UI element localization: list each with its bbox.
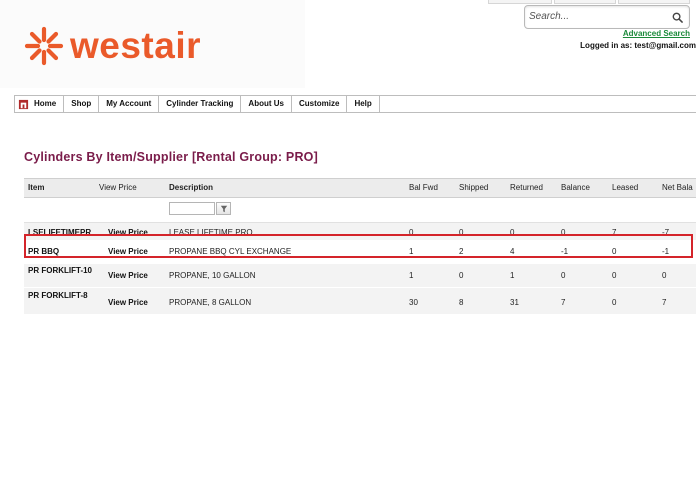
westair-asterisk-icon [24,26,64,66]
nav-item-customize[interactable]: Customize [290,96,348,112]
nav-label: Help [354,99,372,108]
cell-balance: 0 [561,228,566,237]
brand-logo[interactable]: westair [24,24,201,68]
cylinder-grid: Item View Price Description Bal Fwd Ship… [24,178,696,315]
brand-name: westair [70,25,202,66]
cell-balance: -1 [561,247,569,256]
grid-header: Item View Price Description Bal Fwd Ship… [24,178,696,198]
cell-returned: 31 [510,298,519,307]
cell-bal-fwd: 1 [409,247,414,256]
cell-item: PR BBQ [28,247,60,256]
nav-item-shop[interactable]: Shop [63,96,100,112]
nav-item-home[interactable]: Home [14,96,65,112]
cell-item: PR FORKLIFT-8 [28,291,88,300]
search-icon [672,12,683,23]
cell-bal-fwd: 1 [409,271,414,280]
table-row[interactable]: PR FORKLIFT-8 View Price PROPANE, 8 GALL… [24,288,696,315]
filter-row [24,198,696,223]
cell-description: LEASE LIFETIME PRO [169,228,253,237]
nav-item-my-account[interactable]: My Account [98,96,160,112]
view-price-link[interactable]: View Price [108,247,148,256]
cell-leased: 0 [612,247,617,256]
cell-description: PROPANE, 8 GALLON [169,298,252,307]
nav-label: About Us [248,99,284,108]
column-header-net-balance[interactable]: Net Bala [662,183,693,192]
cell-bal-fwd: 0 [409,228,414,237]
column-header-shipped[interactable]: Shipped [459,183,488,192]
cell-net-balance: 0 [662,271,667,280]
cell-shipped: 0 [459,228,464,237]
cell-leased: 0 [612,298,617,307]
home-icon [18,99,29,109]
filter-button[interactable] [216,202,231,215]
advanced-search-link[interactable]: Advanced Search [623,29,690,38]
cell-returned: 0 [510,228,515,237]
page-title: Cylinders By Item/Supplier [Rental Group… [24,150,318,164]
search-button[interactable] [669,9,685,25]
view-price-link[interactable]: View Price [108,228,148,237]
column-header-description[interactable]: Description [169,183,213,192]
table-row[interactable]: PR FORKLIFT-10 View Price PROPANE, 10 GA… [24,264,696,288]
column-header-item[interactable]: Item [28,183,44,192]
table-row[interactable]: PR BBQ View Price PROPANE BBQ CYL EXCHAN… [24,241,696,264]
nav-label: My Account [106,99,152,108]
nav-label: Customize [298,99,340,108]
nav-label: Shop [71,99,92,108]
logged-in-status: Logged in as: test@gmail.com [580,41,696,50]
cell-bal-fwd: 30 [409,298,418,307]
cell-item: LSELIFETIMEPR [28,228,92,237]
funnel-icon [220,205,227,212]
cell-description: PROPANE BBQ CYL EXCHANGE [169,247,292,256]
column-header-leased[interactable]: Leased [612,183,638,192]
cell-item: PR FORKLIFT-10 [28,266,93,275]
cell-shipped: 2 [459,247,464,256]
view-price-link[interactable]: View Price [108,298,148,307]
search-box [524,5,690,29]
cell-shipped: 0 [459,271,464,280]
column-header-view-price: View Price [99,183,137,192]
cell-description: PROPANE, 10 GALLON [169,271,256,280]
nav-label: Home [34,99,57,108]
nav-item-help[interactable]: Help [346,96,380,112]
cell-leased: 7 [612,228,617,237]
table-row[interactable]: LSELIFETIMEPR View Price LEASE LIFETIME … [24,223,696,241]
cell-leased: 0 [612,271,617,280]
column-header-bal-fwd[interactable]: Bal Fwd [409,183,438,192]
main-nav: Home Shop My Account Cylinder Tracking A… [14,95,696,113]
column-header-returned[interactable]: Returned [510,183,543,192]
cell-net-balance: -7 [662,228,670,237]
column-header-balance[interactable]: Balance [561,183,590,192]
cell-net-balance: -1 [662,247,670,256]
search-input[interactable] [529,8,659,25]
view-price-link[interactable]: View Price [108,271,148,280]
description-filter-input[interactable] [169,202,215,215]
nav-label: Cylinder Tracking [166,99,234,108]
cell-shipped: 8 [459,298,464,307]
nav-item-cylinder-tracking[interactable]: Cylinder Tracking [158,96,242,112]
cell-balance: 7 [561,298,566,307]
cell-returned: 4 [510,247,515,256]
cell-net-balance: 7 [662,298,667,307]
nav-item-about-us[interactable]: About Us [240,96,292,112]
cell-balance: 0 [561,271,566,280]
top-tab-strip [488,0,696,4]
cell-returned: 1 [510,271,515,280]
